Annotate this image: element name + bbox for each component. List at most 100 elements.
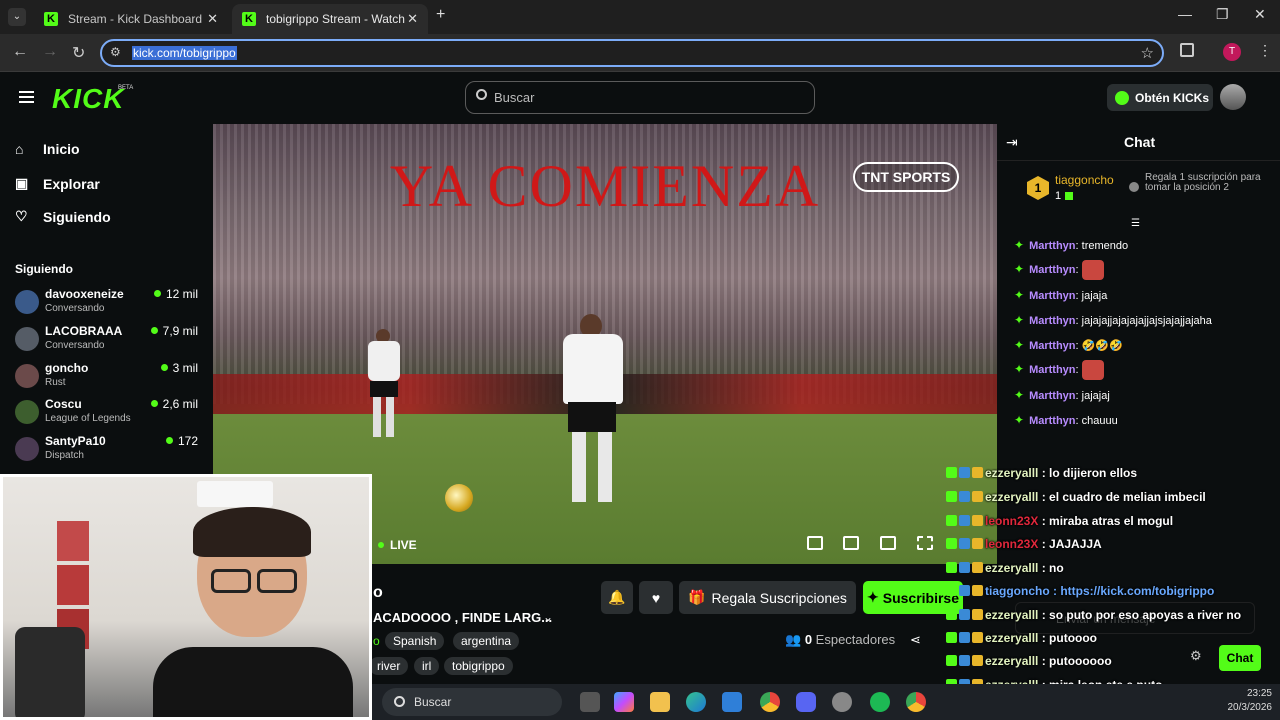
search-input[interactable]: Buscar <box>465 81 815 114</box>
overlay-text: : JAJAJJA <box>1038 537 1102 551</box>
kick-logo[interactable]: KICK <box>52 83 124 115</box>
overlay-chat-line: ezzeryalll : putoooooo <box>946 654 1112 668</box>
get-kicks-button[interactable]: Obtén KICKs <box>1107 84 1213 111</box>
chat-username[interactable]: Martthyn <box>1029 315 1075 327</box>
chat-username[interactable]: Martthyn <box>1029 290 1075 302</box>
follow-button[interactable]: ♥ <box>639 581 673 614</box>
browser-menu-icon[interactable]: ⋮ <box>1258 42 1272 59</box>
sidebar-item-siguiendo[interactable]: ♡ Siguiendo <box>15 208 111 225</box>
task-view-icon[interactable] <box>580 692 600 712</box>
url-text: kick.com/tobigrippo <box>132 46 237 60</box>
followed-channel[interactable]: SantyPa10 Dispatch 172 <box>15 434 205 468</box>
reload-icon[interactable]: ↻ <box>72 43 85 63</box>
send-chat-button[interactable]: Chat <box>1219 645 1261 671</box>
notifications-button[interactable]: 🔔 <box>601 581 633 614</box>
chat-filter-icon[interactable]: ☰ <box>1131 218 1140 229</box>
chat-username[interactable]: Martthyn <box>1029 264 1075 276</box>
kick-favicon-icon: K <box>44 12 58 26</box>
sidebar-item-label: Inicio <box>43 141 80 157</box>
crown-badge-icon <box>972 515 983 526</box>
heart-icon: ♥ <box>651 589 661 606</box>
overlay-chat-line: tiaggoncho : https://kick.com/tobigrippo <box>946 584 1214 598</box>
collapse-chat-icon[interactable]: ⇥ <box>1006 134 1018 151</box>
chrome-icon[interactable] <box>760 692 780 712</box>
tag-river[interactable]: river <box>369 657 409 675</box>
close-tab-icon[interactable]: ✕ <box>207 11 218 27</box>
chat-text: jajaja <box>1081 290 1108 302</box>
chat-username[interactable]: Martthyn <box>1029 390 1075 402</box>
tab-kick-dashboard[interactable]: K Stream - Kick Dashboard ✕ <box>34 4 228 34</box>
viewers-icon: 👥 <box>785 632 802 647</box>
sub-badge-icon <box>959 467 970 478</box>
stream-title: o <box>373 584 383 601</box>
overlay-username: tiaggoncho <box>985 584 1050 598</box>
close-tab-icon[interactable]: ✕ <box>407 11 418 27</box>
tag-spanish[interactable]: Spanish <box>385 632 445 650</box>
overlay-text: : miraba atras el mogul <box>1038 514 1174 528</box>
stream-subtitle: ACADOOOO , FINDE LARG... <box>373 610 553 625</box>
tab-tobigrippo-stream[interactable]: K tobigrippo Stream - Watch Live ✕ <box>232 4 428 34</box>
gift-subs-button[interactable]: 🎁 Regala Suscripciones <box>679 581 856 614</box>
url-field[interactable]: ⚙ kick.com/tobigrippo ☆ <box>100 39 1164 67</box>
expand-chevron-icon[interactable]: ⌄ <box>543 610 553 624</box>
app-icon[interactable] <box>832 692 852 712</box>
fullscreen-icon[interactable] <box>917 536 933 550</box>
chat-settings-icon[interactable]: ⚙ <box>1190 648 1202 664</box>
overlay-text: : lo dijieron ellos <box>1038 466 1138 480</box>
bookmark-star-icon[interactable]: ☆ <box>1141 44 1154 62</box>
minimize-icon[interactable]: — <box>1178 6 1192 22</box>
chat-username[interactable]: Martthyn <box>1029 364 1075 376</box>
close-window-icon[interactable]: ✕ <box>1254 6 1266 23</box>
back-icon[interactable]: ← <box>12 43 28 61</box>
chat-message: ✦ Martthyn: jajajajjajajajajjajsjajajjaja… <box>1014 313 1212 327</box>
chat-username[interactable]: Martthyn <box>1029 240 1075 252</box>
edge-icon[interactable] <box>686 692 706 712</box>
top-gifter-name[interactable]: tiaggoncho <box>1055 173 1114 187</box>
tag-argentina[interactable]: argentina <box>453 632 520 650</box>
maximize-icon[interactable]: ❐ <box>1216 6 1229 23</box>
bell-icon: 🔔 <box>608 589 626 605</box>
tag-irl[interactable]: irl <box>414 657 440 675</box>
gift-icon: 🎁 <box>688 589 706 605</box>
followed-channel[interactable]: davooxeneize Conversando 12 mil <box>15 287 205 321</box>
overlay-text: : so puto por eso apoyas a river no <box>1038 608 1242 622</box>
verified-star-icon: ✦ <box>1014 388 1025 402</box>
followed-channel[interactable]: goncho Rust 3 mil <box>15 361 205 395</box>
mini-player-icon[interactable] <box>880 536 896 550</box>
taskbar-search[interactable]: Buscar <box>382 688 562 716</box>
kick-badge-icon <box>946 585 957 596</box>
store-icon[interactable] <box>722 692 742 712</box>
spotify-icon[interactable] <box>870 692 890 712</box>
chat-username[interactable]: Martthyn <box>1029 415 1075 427</box>
extensions-icon[interactable] <box>1180 43 1194 57</box>
hamburger-menu-icon[interactable] <box>19 91 34 103</box>
sidebar-item-label: Explorar <box>43 175 100 192</box>
followed-channel[interactable]: LACOBRAAA Conversando 7,9 mil <box>15 324 205 358</box>
system-clock[interactable]: 23:25 20/3/2026 <box>1228 687 1273 715</box>
share-icon[interactable]: ⋖ <box>910 632 921 648</box>
chrome-profile-icon[interactable] <box>906 692 926 712</box>
kick-badge-icon <box>946 632 957 643</box>
file-explorer-icon[interactable] <box>650 692 670 712</box>
sidebar-item-explorar[interactable]: ▣ Explorar <box>15 175 100 192</box>
picture-in-picture-icon[interactable] <box>807 536 823 550</box>
air-conditioner <box>197 481 273 507</box>
user-avatar[interactable] <box>1220 84 1246 110</box>
chat-text: chauuu <box>1081 415 1118 427</box>
tab-list-chevron-icon[interactable]: ⌄ <box>8 8 26 26</box>
followed-channel[interactable]: Coscu League of Legends 2,6 mil <box>15 397 205 431</box>
channel-category: Rust <box>45 377 66 388</box>
overlay-chat-line: ezzeryalll : lo dijieron ellos <box>946 466 1137 480</box>
discord-icon[interactable] <box>796 692 816 712</box>
site-settings-icon[interactable]: ⚙ <box>110 45 121 59</box>
tag-fragment[interactable]: o <box>373 634 380 648</box>
sidebar-item-inicio[interactable]: ⌂ Inicio <box>15 141 80 157</box>
chat-username[interactable]: Martthyn <box>1029 340 1075 352</box>
copilot-icon[interactable] <box>614 692 634 712</box>
forward-icon[interactable]: → <box>42 43 58 61</box>
chat-title: Chat <box>1124 134 1156 150</box>
theater-mode-icon[interactable] <box>843 536 859 550</box>
new-tab-button[interactable]: + <box>436 6 445 24</box>
profile-avatar[interactable]: T <box>1223 43 1241 61</box>
tag-tobigrippo[interactable]: tobigrippo <box>444 657 513 675</box>
